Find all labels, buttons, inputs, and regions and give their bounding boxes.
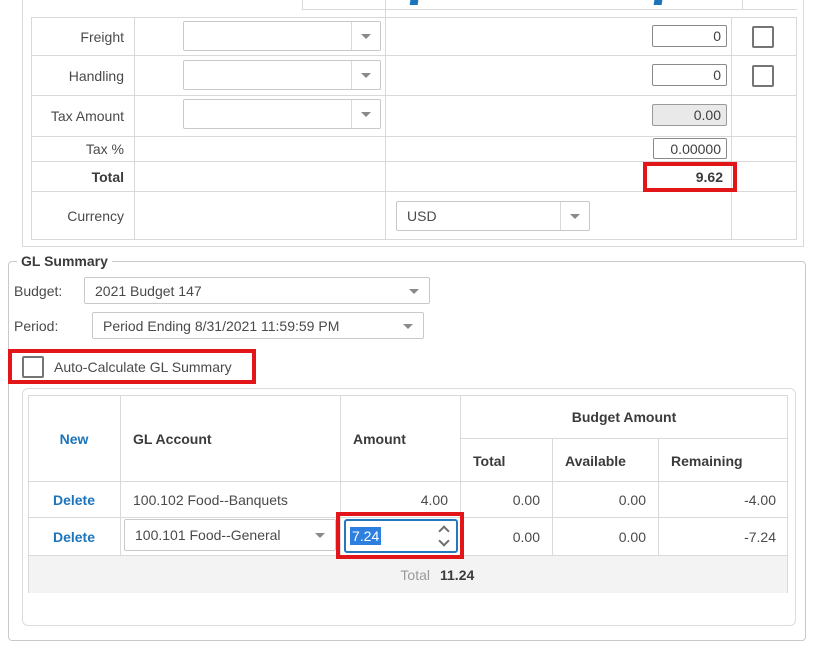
currency-label: Currency (34, 208, 124, 224)
row-divider (31, 136, 797, 137)
header-bottom-divider (28, 481, 788, 482)
col-divider (385, 17, 386, 240)
col-divider (658, 438, 659, 555)
period-value: Period Ending 8/31/2021 11:59:59 PM (93, 318, 339, 334)
budget-remaining-cell: -4.00 (668, 492, 776, 508)
period-dropdown[interactable]: Period Ending 8/31/2021 11:59:59 PM (92, 312, 424, 339)
auto-calc-highlight-box (8, 349, 256, 384)
currency-dropdown[interactable]: USD (396, 201, 590, 231)
gl-account-cell: 100.102 Food--Banquets (133, 492, 288, 508)
tax-amount-label: Tax Amount (34, 108, 124, 124)
freight-amount-input[interactable] (652, 25, 727, 47)
chevron-down-icon[interactable] (351, 100, 380, 128)
row-divider (31, 55, 797, 56)
chevron-down-icon[interactable] (351, 22, 380, 50)
handling-type-dropdown[interactable] (183, 60, 381, 90)
freight-type-dropdown[interactable] (183, 21, 381, 51)
freight-checkbox[interactable] (752, 26, 774, 48)
gl-summary-legend: GL Summary (17, 253, 112, 269)
currency-value: USD (397, 208, 437, 224)
gl-account-header: GL Account (133, 431, 212, 447)
tax-type-dropdown[interactable] (183, 99, 381, 129)
footer-total-label: Total (330, 567, 430, 583)
chevron-down-icon[interactable] (560, 202, 589, 230)
chevron-down-icon[interactable] (351, 61, 380, 89)
budget-label: Budget: (14, 283, 62, 299)
total-highlight-box (643, 162, 737, 192)
footer-total-value: 11.24 (440, 567, 474, 583)
budget-available-cell: 0.00 (562, 492, 646, 508)
chevron-down-icon (409, 289, 419, 294)
total-label: Total (34, 169, 124, 185)
invoice-form-page: Freight Handling Tax Amount Tax % Total … (0, 0, 814, 649)
budget-available-cell: 0.00 (562, 529, 646, 545)
gl-account-dropdown[interactable]: 100.101 Food--General (124, 519, 336, 551)
budget-value: 2021 Budget 147 (85, 283, 202, 299)
new-row-button[interactable]: New (28, 431, 120, 447)
budget-available-header: Available (565, 453, 626, 469)
handling-checkbox[interactable] (752, 65, 774, 87)
budget-total-cell: 0.00 (470, 492, 540, 508)
chevron-down-icon (315, 533, 325, 538)
amount-header: Amount (353, 431, 406, 447)
col-divider (731, 17, 732, 240)
header-divider (460, 438, 788, 439)
delete-row-button[interactable]: Delete (28, 492, 120, 508)
budget-remaining-cell: -7.24 (668, 529, 776, 545)
handling-label: Handling (34, 68, 124, 84)
tax-pct-input[interactable] (653, 138, 727, 159)
chevron-down-icon (403, 324, 413, 329)
freight-label: Freight (34, 29, 124, 45)
col-divider (134, 17, 135, 240)
amount-cell: 4.00 (360, 492, 448, 508)
budget-total-header: Total (473, 453, 505, 469)
budget-amount-group-header: Budget Amount (460, 409, 788, 425)
budget-remaining-header: Remaining (671, 453, 743, 469)
tax-amount-input (652, 104, 727, 126)
delete-row-button[interactable]: Delete (28, 529, 120, 545)
tax-pct-label: Tax % (34, 141, 124, 157)
budget-dropdown[interactable]: 2021 Budget 147 (84, 277, 430, 304)
budget-total-cell: 0.00 (470, 529, 540, 545)
row-divider (31, 95, 797, 96)
col-divider (120, 395, 121, 555)
gl-account-value: 100.101 Food--General (125, 527, 281, 543)
col-divider (552, 438, 553, 555)
period-label: Period: (14, 318, 58, 334)
amount-highlight-box (336, 512, 464, 559)
handling-amount-input[interactable] (652, 64, 727, 86)
